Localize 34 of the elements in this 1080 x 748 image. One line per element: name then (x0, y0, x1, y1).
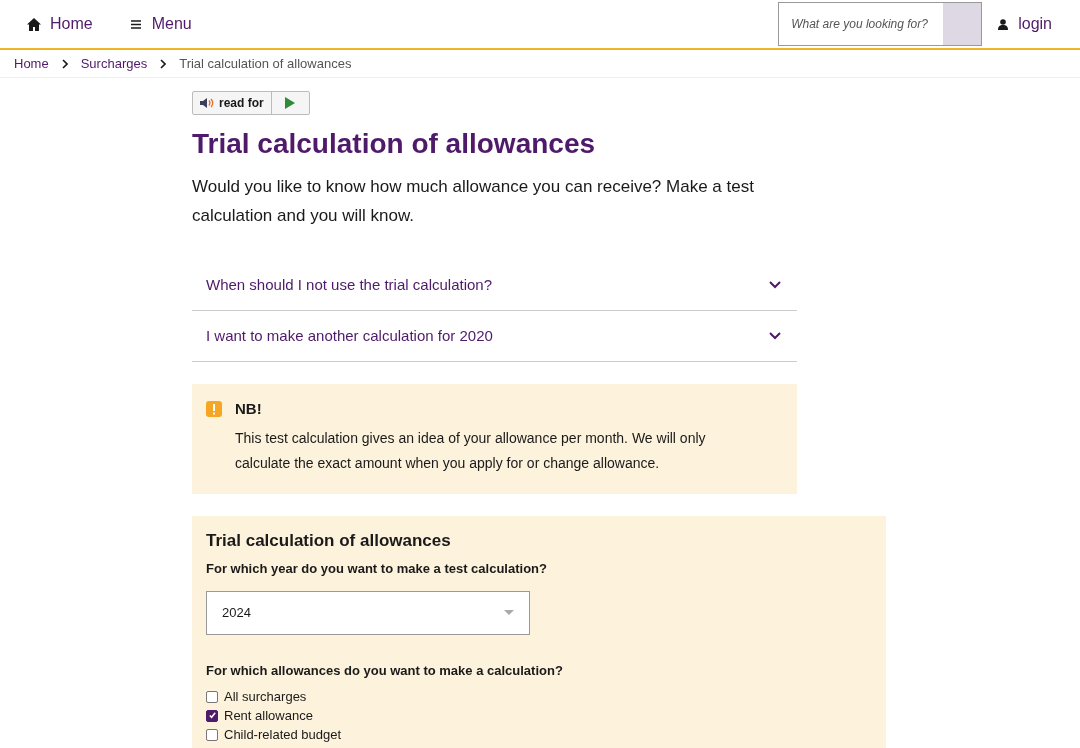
person-icon (998, 18, 1009, 30)
chevron-icon (769, 281, 781, 289)
notice-text: This test calculation gives an idea of your allowance per month. We will only calculate the exact amount when you apply for or change allowance. (235, 429, 707, 473)
checkbox-label: All surcharges (224, 687, 307, 706)
menu-icon (130, 19, 141, 29)
form-title: Trial calculation of allowances (206, 530, 452, 552)
checkbox[interactable] (206, 728, 218, 741)
year-question: For which year do you want to make a test calculation? (206, 560, 548, 578)
accordion-toggle[interactable]: When should I not use the trial calculation? (192, 260, 797, 311)
page-title: Trial calculation of allowances (192, 127, 597, 161)
play-icon (285, 97, 296, 109)
home-link[interactable]: Home (27, 12, 93, 36)
menu-button[interactable]: Menu (130, 12, 192, 36)
checkbox-label: Child-related budget (224, 725, 342, 744)
warning-icon (206, 401, 222, 417)
year-select[interactable]: 2024 (206, 590, 530, 635)
login-link[interactable]: login (998, 12, 1052, 36)
breadcrumb-link[interactable]: Surcharges (80, 53, 148, 74)
chevron-icon (769, 332, 781, 340)
chevron-icon (160, 58, 167, 69)
home-icon (27, 17, 41, 31)
caret-icon (504, 610, 514, 615)
notice-title: NB! (235, 399, 263, 419)
search-field[interactable]: What are you looking for? (778, 2, 983, 46)
intro-text: Would you like to know how much allowance you can receive? Make a test calculation and you will know. (192, 176, 755, 227)
speaker-icon (200, 97, 216, 109)
checkbox[interactable] (206, 709, 218, 722)
breadcrumb-current: Trial calculation of allowances (179, 54, 352, 73)
breadcrumb-link[interactable]: Home (14, 53, 49, 74)
accordion-toggle[interactable]: I want to make another calculation for 2020 (192, 311, 797, 362)
allowance-question: For which allowances do you want to make a calculation? (206, 661, 564, 680)
chevron-icon (61, 58, 68, 69)
checkbox[interactable] (206, 690, 218, 703)
checkbox-label: Rent allowance (224, 706, 313, 725)
